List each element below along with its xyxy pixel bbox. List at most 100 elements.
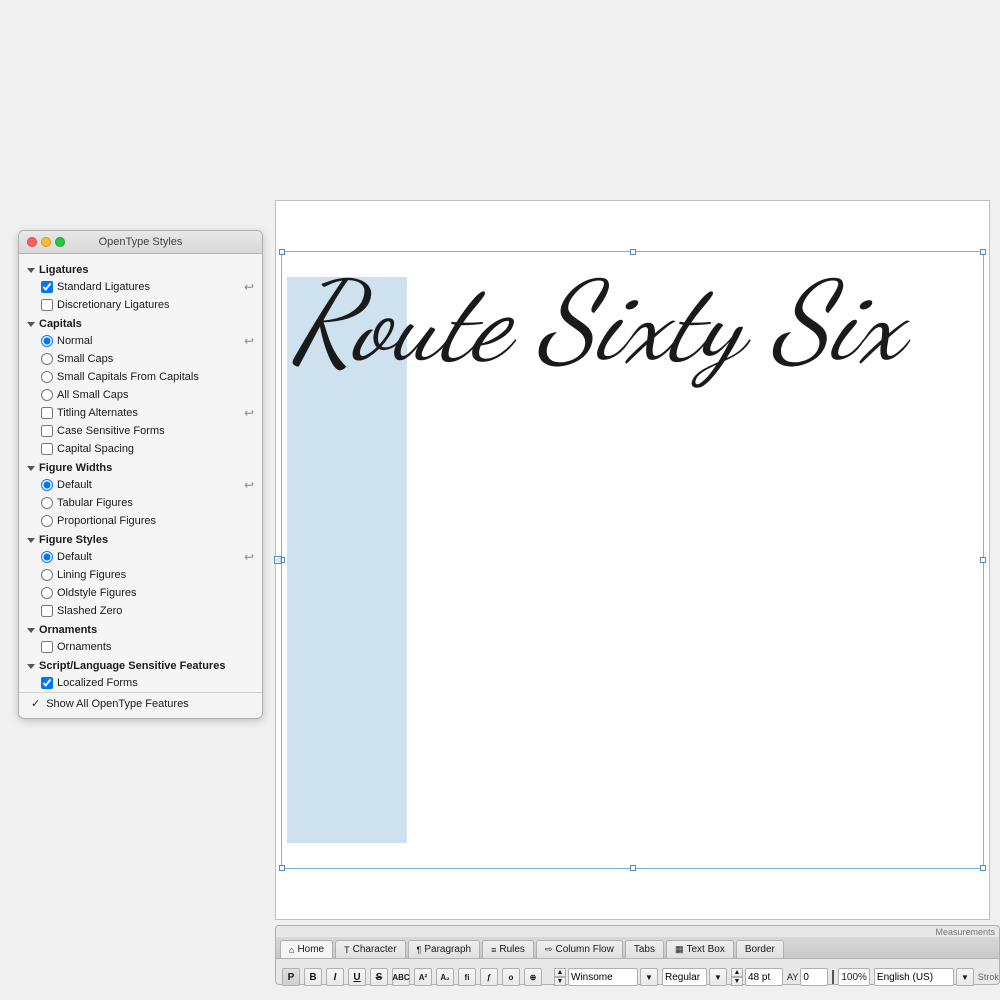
language-input[interactable]	[874, 968, 954, 986]
text-frame[interactable]: ◁ Route Sixty Six	[281, 251, 984, 869]
handle-midright[interactable]	[980, 557, 986, 563]
small-caps-from-caps-radio[interactable]	[41, 371, 53, 383]
style-group: ▼	[662, 968, 727, 986]
small-caps-radio[interactable]	[41, 353, 53, 365]
size-up[interactable]: ▲	[731, 968, 743, 977]
tabular-figures-radio[interactable]	[41, 497, 53, 509]
discretionary-ligatures-row: Discretionary Ligatures	[19, 296, 262, 314]
zoom-button[interactable]	[55, 237, 65, 247]
show-all-row[interactable]: ✓ Show All OpenType Features	[19, 692, 262, 714]
fw-default-radio[interactable]	[41, 479, 53, 491]
localized-forms-checkbox[interactable]	[41, 677, 53, 689]
tab-column-flow[interactable]: ⇨ Column Flow	[536, 940, 623, 958]
standard-ligatures-checkbox[interactable]	[41, 281, 53, 293]
tab-rules[interactable]: ≡ Rules	[482, 940, 534, 958]
font-size-input[interactable]	[745, 968, 783, 986]
case-sensitive-forms-checkbox[interactable]	[41, 425, 53, 437]
handle-bottomright[interactable]	[980, 865, 986, 871]
language-dropdown-btn[interactable]: ▼	[956, 968, 974, 986]
all-small-caps-row: All Small Caps	[19, 386, 262, 404]
size-stepper[interactable]: ▲ ▼	[731, 968, 743, 986]
standard-ligatures-row: Standard Ligatures ↩	[19, 278, 262, 296]
tab-tabs[interactable]: Tabs	[625, 940, 664, 958]
section-figure-widths[interactable]: Figure Widths	[19, 458, 262, 476]
handle-topright[interactable]	[980, 249, 986, 255]
handle-topmid[interactable]	[630, 249, 636, 255]
text-port[interactable]: ◁	[274, 556, 282, 564]
handle-topleft[interactable]	[279, 249, 285, 255]
tracking-label: AY	[787, 972, 798, 982]
font-dropdown-btn[interactable]: ▼	[640, 968, 658, 986]
section-capitals[interactable]: Capitals	[19, 314, 262, 332]
triangle-icon	[27, 538, 35, 543]
lining-figures-radio[interactable]	[41, 569, 53, 581]
color-swatch[interactable]	[832, 970, 834, 984]
minimize-button[interactable]	[41, 237, 51, 247]
opentype-panel: OpenType Styles Ligatures Standard Ligat…	[18, 230, 263, 719]
subscript-btn[interactable]: A₂	[436, 968, 454, 986]
superscript-btn[interactable]: A²	[414, 968, 432, 986]
normal-radio[interactable]	[41, 335, 53, 347]
paragraph-btn[interactable]: P	[282, 968, 300, 986]
font-style-input[interactable]	[662, 968, 707, 986]
lining-figures-row: Lining Figures	[19, 566, 262, 584]
font-up[interactable]: ▲	[554, 968, 566, 977]
capital-spacing-row: Capital Spacing	[19, 440, 262, 458]
font-name-input[interactable]	[568, 968, 638, 986]
toolbar-tabs: ⌂ Home T Character ¶ Paragraph ≡ Rules ⇨…	[276, 937, 999, 959]
tab-text-box[interactable]: ▦ Text Box	[666, 940, 734, 958]
capital-spacing-checkbox[interactable]	[41, 443, 53, 455]
titling-alternates-checkbox[interactable]	[41, 407, 53, 419]
color-percent-input[interactable]: 100%	[838, 968, 870, 986]
oldstyle-figures-row: Oldstyle Figures	[19, 584, 262, 602]
fraction-btn[interactable]: ƒ	[480, 968, 498, 986]
bold-btn[interactable]: B	[304, 968, 322, 986]
titling-icon: ↩	[244, 406, 254, 420]
panel-titlebar: OpenType Styles	[19, 231, 262, 254]
ordinal-btn[interactable]: o	[502, 968, 520, 986]
all-small-caps-radio[interactable]	[41, 389, 53, 401]
underline-btn[interactable]: U	[348, 968, 366, 986]
triangle-icon	[27, 628, 35, 633]
font-stepper[interactable]: ▲ ▼	[554, 968, 566, 986]
ligature-btn[interactable]: fi	[458, 968, 476, 986]
route-text: Route Sixty Six	[292, 262, 973, 383]
tab-border[interactable]: Border	[736, 940, 784, 958]
size-down[interactable]: ▼	[731, 977, 743, 986]
measurements-toolbar: Measurements ⌂ Home T Character ¶ Paragr…	[275, 925, 1000, 985]
slashed-zero-checkbox[interactable]	[41, 605, 53, 617]
section-script[interactable]: Script/Language Sensitive Features	[19, 656, 262, 674]
small-caps-from-caps-row: Small Capitals From Capitals	[19, 368, 262, 386]
proportional-figures-radio[interactable]	[41, 515, 53, 527]
titling-alternates-row: Titling Alternates ↩	[19, 404, 262, 422]
tracking-input[interactable]	[800, 968, 828, 986]
normal-radio-row: Normal ↩	[19, 332, 262, 350]
italic-btn[interactable]: I	[326, 968, 344, 986]
tab-home[interactable]: ⌂ Home	[280, 940, 333, 958]
toolbar-title: Measurements	[276, 926, 999, 937]
special-btn[interactable]: ⊕	[524, 968, 542, 986]
oldstyle-figures-radio[interactable]	[41, 587, 53, 599]
section-ornaments[interactable]: Ornaments	[19, 620, 262, 638]
handle-bottommid[interactable]	[630, 865, 636, 871]
tab-paragraph[interactable]: ¶ Paragraph	[408, 940, 481, 958]
strikethrough-btn[interactable]: S	[370, 968, 388, 986]
proportional-figures-row: Proportional Figures	[19, 512, 262, 530]
discretionary-ligatures-checkbox[interactable]	[41, 299, 53, 311]
canvas-area: ◁ Route Sixty Six	[275, 200, 990, 920]
font-down[interactable]: ▼	[554, 977, 566, 986]
close-button[interactable]	[27, 237, 37, 247]
ornaments-checkbox[interactable]	[41, 641, 53, 653]
allcaps-btn[interactable]: ABC	[392, 968, 410, 986]
panel-body: Ligatures Standard Ligatures ↩ Discretio…	[19, 254, 262, 718]
stroke-label: Stroke:	[978, 972, 999, 982]
tracking-group: AY	[787, 968, 828, 986]
handle-bottomleft[interactable]	[279, 865, 285, 871]
fs-default-radio[interactable]	[41, 551, 53, 563]
fw-default-row: Default ↩	[19, 476, 262, 494]
section-ligatures[interactable]: Ligatures	[19, 260, 262, 278]
section-figure-styles[interactable]: Figure Styles	[19, 530, 262, 548]
tab-character[interactable]: T Character	[335, 940, 405, 958]
panel-title: OpenType Styles	[99, 236, 183, 248]
style-dropdown-btn[interactable]: ▼	[709, 968, 727, 986]
